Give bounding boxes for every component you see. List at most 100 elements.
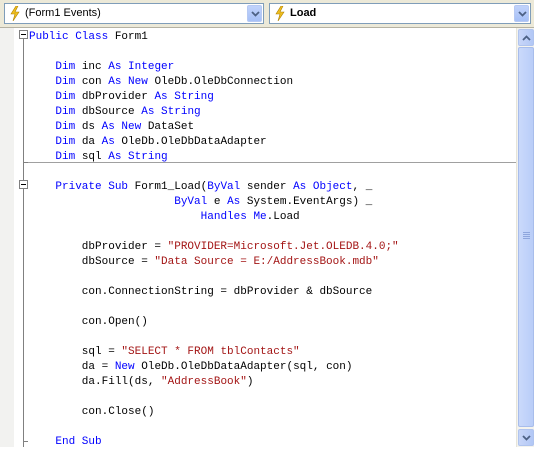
code-token: da [75,136,102,148]
code-keyword: Dim [55,76,76,88]
scroll-grip [523,236,530,237]
code-token: dbProvider = [29,241,168,253]
code-token: e [207,196,228,208]
code-token: .Load [266,211,300,223]
code-line[interactable]: Dim inc As Integer [29,60,174,75]
selection-margin [0,28,14,447]
chevron-down-icon[interactable] [514,5,529,22]
code-keyword: New [114,361,135,373]
code-line[interactable]: Public Class Form1 [29,30,148,45]
code-line[interactable]: dbProvider = "PROVIDER=Microsoft.Jet.OLE… [29,240,399,255]
code-token: con [75,76,109,88]
code-keyword: As String [108,151,168,163]
code-token: con.ConnectionString = dbProvider & dbSo… [29,286,373,298]
code-line[interactable]: dbSource = "Data Source = E:/AddressBook… [29,255,379,270]
code-line[interactable]: Private Sub Form1_Load(ByVal sender As O… [29,180,372,195]
code-keyword: As New [101,121,142,133]
code-keyword: Dim [55,136,76,148]
code-token: sql [75,151,109,163]
chevron-down-icon[interactable] [247,5,262,22]
code-line[interactable]: Dim dbSource As String [29,105,200,120]
code-keyword: ByVal [174,196,208,208]
code-token: inc [75,61,109,73]
code-keyword: As [101,136,115,148]
code-keyword: As Object [293,181,353,193]
code-token: OleDb.OleDbDataAdapter [114,136,267,148]
collapse-class-icon[interactable] [19,30,28,39]
code-string: "AddressBook" [161,376,247,388]
code-string: "SELECT * FROM tblContacts" [121,346,300,358]
code-token: ) [246,376,254,388]
code-token: con.Close() [29,406,155,418]
code-token: , _ [352,181,373,193]
scroll-thumb[interactable] [518,47,534,427]
code-token: con.Open() [29,316,148,328]
code-keyword: End Sub [55,436,102,448]
scroll-grip [523,234,530,235]
code-token: sql = [29,346,122,358]
code-line[interactable]: Dim ds As New DataSet [29,120,194,135]
code-line[interactable]: ByVal e As System.EventArgs) _ [29,195,372,210]
code-line[interactable]: Dim sql As String [29,150,168,165]
code-line[interactable]: con.ConnectionString = dbProvider & dbSo… [29,285,372,300]
code-keyword: Dim [55,106,76,118]
code-line[interactable]: con.Close() [29,405,155,420]
code-string: "Data Source = E:/AddressBook.mdb" [154,256,379,268]
code-keyword: As [227,196,241,208]
code-keyword: As New [108,76,148,88]
scroll-down-button[interactable] [518,429,534,446]
class-name-combo-value: (Form1 Events) [25,7,101,19]
code-line[interactable]: Dim da As OleDb.OleDbDataAdapter [29,135,267,150]
code-keyword: Dim [55,61,76,73]
code-token: dbSource = [29,256,155,268]
code-keyword: Dim [55,121,76,133]
code-token: OleDb.OleDbConnection [147,76,294,88]
code-line[interactable]: Handles Me.Load [29,210,300,225]
outline-end-tick [23,441,28,442]
code-keyword: ByVal [207,181,241,193]
code-token: sender [240,181,294,193]
code-editor[interactable]: Public Class Form1 Dim inc As Integer Di… [0,28,534,450]
code-token: dbSource [75,106,142,118]
code-keyword: Handles Me [200,211,267,223]
code-line[interactable]: con.Open() [29,315,148,330]
method-name-combo[interactable]: Load [269,3,531,24]
scroll-grip [523,238,530,239]
code-line[interactable]: Dim con As New OleDb.OleDbConnection [29,75,293,90]
code-line[interactable]: sql = "SELECT * FROM tblContacts" [29,345,300,360]
code-line[interactable]: End Sub [29,435,102,450]
code-line[interactable]: da = New OleDb.OleDbDataAdapter(sql, con… [29,360,353,375]
vertical-scrollbar[interactable] [516,28,534,447]
event-lightning-icon [274,5,286,22]
code-token: Form1 [114,31,148,43]
code-line[interactable]: da.Fill(ds, "AddressBook") [29,375,254,390]
class-name-combo[interactable]: (Form1 Events) [4,3,264,24]
code-line[interactable]: Dim dbProvider As String [29,90,214,105]
scroll-up-button[interactable] [518,29,534,46]
code-keyword: As Integer [108,61,175,73]
code-keyword: Private Sub [55,181,129,193]
code-token: da.Fill(ds, [29,376,162,388]
code-keyword: Dim [55,151,76,163]
event-lightning-icon [9,5,21,22]
code-token: OleDb.OleDbDataAdapter(sql, con) [134,361,353,373]
scroll-grip [523,232,530,233]
code-token: da = [29,361,115,373]
method-name-combo-value: Load [290,7,317,19]
code-keyword: As String [154,91,214,103]
code-keyword: Public Class [29,31,115,43]
code-token: DataSet [141,121,195,133]
code-string: "PROVIDER=Microsoft.Jet.OLEDB.4.0;" [167,241,399,253]
collapse-sub-icon[interactable] [19,180,28,189]
code-keyword: Dim [55,91,76,103]
code-token: Form1_Load( [128,181,208,193]
